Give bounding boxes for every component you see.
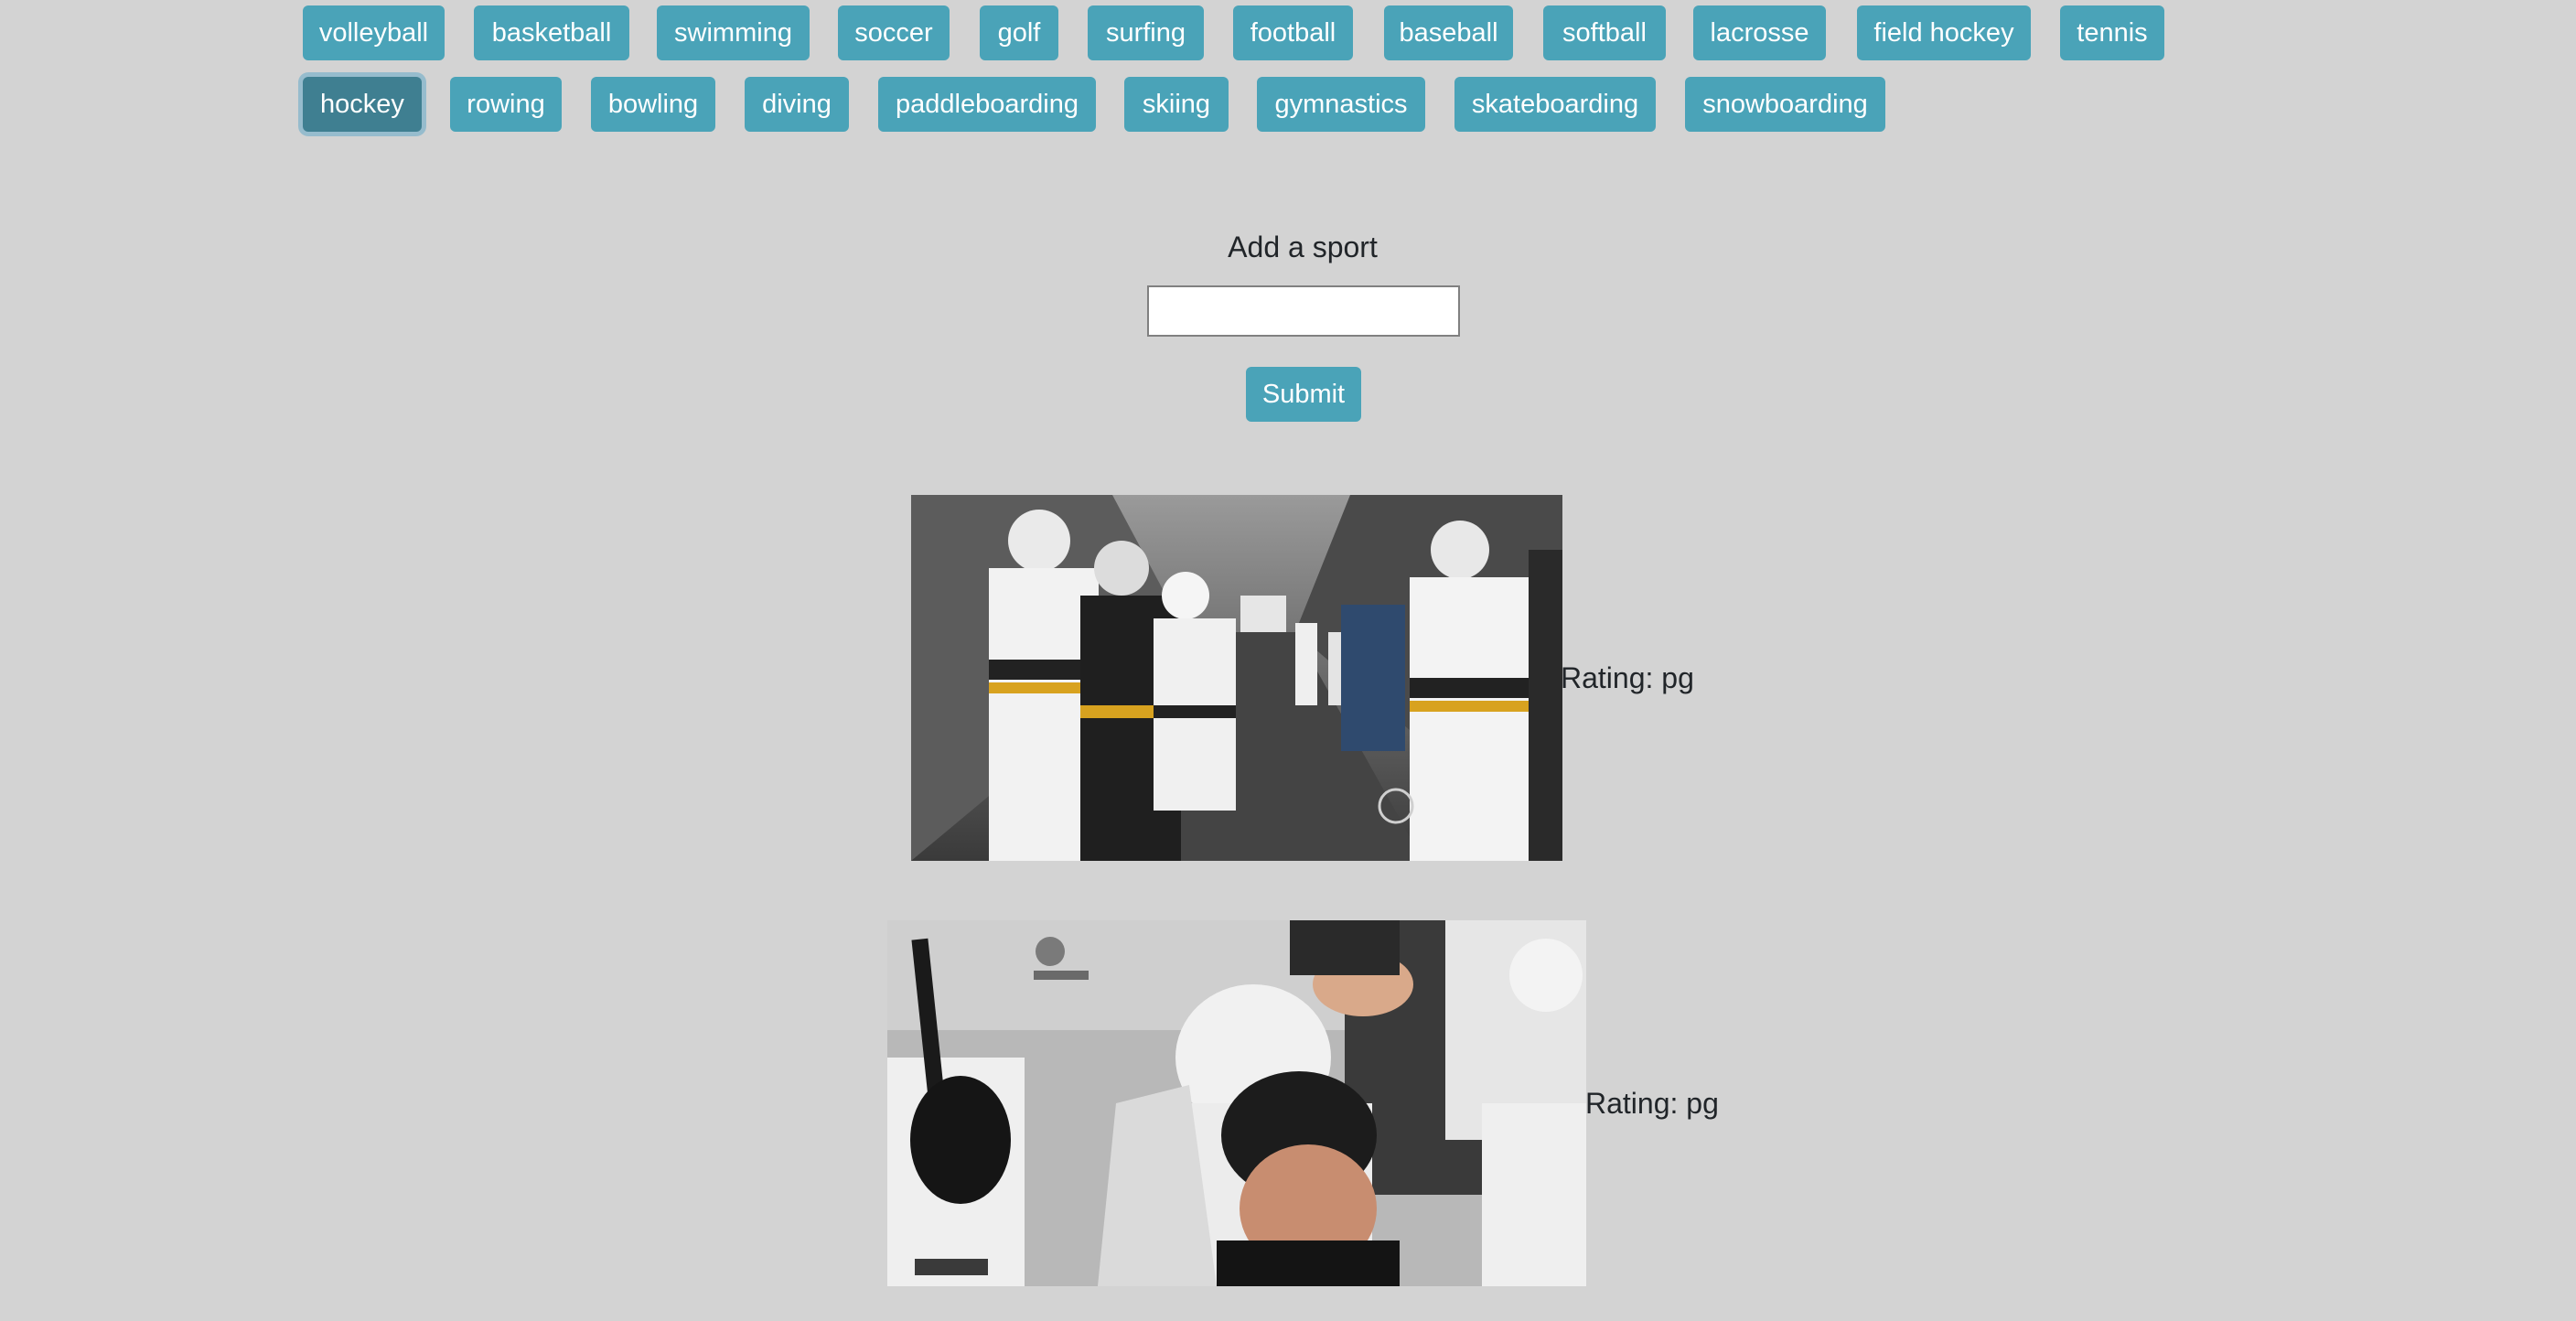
sport-button-softball[interactable]: softball (1543, 5, 1666, 60)
sport-button-snowboarding[interactable]: snowboarding (1685, 77, 1885, 132)
sport-button-skiing[interactable]: skiing (1124, 77, 1229, 132)
sport-button-surfing[interactable]: surfing (1088, 5, 1204, 60)
sport-button-tennis[interactable]: tennis (2060, 5, 2164, 60)
sport-button-rowing[interactable]: rowing (450, 77, 562, 132)
sport-button-football[interactable]: football (1233, 5, 1353, 60)
gif-card-2: Rating: pg (887, 920, 1756, 1286)
sport-button-basketball[interactable]: basketball (474, 5, 629, 60)
sport-button-diving[interactable]: diving (745, 77, 849, 132)
sport-button-bowling[interactable]: bowling (591, 77, 715, 132)
submit-button[interactable]: Submit (1246, 367, 1361, 422)
sport-button-gymnastics[interactable]: gymnastics (1257, 77, 1425, 132)
sport-button-golf[interactable]: golf (980, 5, 1058, 60)
gif-card-1: Rating: pg (911, 495, 1734, 861)
sport-button-lacrosse[interactable]: lacrosse (1693, 5, 1826, 60)
hockey-bench-image (887, 920, 1586, 1286)
hockey-tunnel-image (911, 495, 1562, 861)
sport-input[interactable] (1147, 285, 1460, 337)
sport-buttons-row-1: volleyball basketball swimming soccer go… (0, 5, 2576, 64)
sport-button-baseball[interactable]: baseball (1384, 5, 1513, 60)
sport-button-volleyball[interactable]: volleyball (303, 5, 445, 60)
gif-2-rating: Rating: pg (1585, 1087, 1719, 1120)
sport-button-hockey[interactable]: hockey (303, 77, 422, 132)
sport-button-field-hockey[interactable]: field hockey (1857, 5, 2031, 60)
add-sport-title: Add a sport (1228, 231, 1378, 263)
sport-button-soccer[interactable]: soccer (838, 5, 950, 60)
sport-buttons-row-2: hockey rowing bowling diving paddleboard… (0, 77, 2576, 135)
sport-button-paddleboarding[interactable]: paddleboarding (878, 77, 1096, 132)
sport-button-swimming[interactable]: swimming (657, 5, 810, 60)
gif-1-rating: Rating: pg (1561, 661, 1694, 694)
sport-button-skateboarding[interactable]: skateboarding (1454, 77, 1656, 132)
